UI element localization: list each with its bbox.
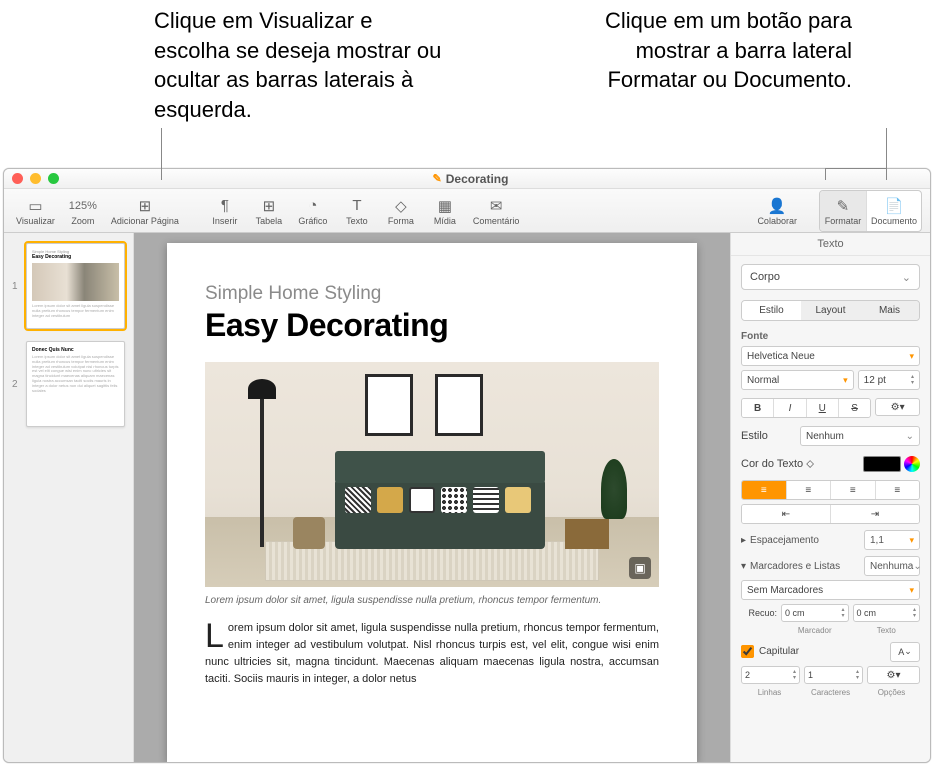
- zoom-button[interactable]: 125%Zoom: [63, 191, 103, 231]
- page-thumbnails-sidebar: 1 Simple Home Styling Easy Decorating Lo…: [4, 233, 134, 762]
- spacing-field[interactable]: 1,1▾: [864, 530, 920, 550]
- chevron-right-icon: ▸: [741, 535, 746, 546]
- indent-button[interactable]: ⇥: [830, 505, 919, 523]
- font-section-label: Fonte: [741, 331, 920, 342]
- toolbar: ▭Visualizar 125%Zoom ⊞Adicionar Página ¶…: [4, 189, 930, 233]
- document-button[interactable]: 📄Documento: [866, 191, 921, 231]
- fullscreen-icon[interactable]: [48, 173, 59, 184]
- gear-icon: ⚙: [887, 670, 896, 681]
- thumb-number: 1: [12, 281, 20, 292]
- indent-label: Recuo:: [741, 608, 777, 618]
- page-headline[interactable]: Easy Decorating: [205, 307, 659, 344]
- table-button[interactable]: ⊞Tabela: [249, 191, 289, 231]
- thumb-number: 2: [12, 379, 20, 390]
- hero-image[interactable]: ▣: [205, 362, 659, 587]
- indent-marker-field[interactable]: 0 cm▴▾: [781, 604, 849, 622]
- insert-button[interactable]: ¶Inserir: [205, 191, 245, 231]
- char-style-label: Estilo: [741, 430, 768, 442]
- dropcap-lines-field[interactable]: 2▴▾: [741, 666, 800, 684]
- text-color-well[interactable]: [863, 456, 901, 472]
- dropcap-options-button[interactable]: ⚙▾: [867, 666, 920, 684]
- text-button[interactable]: TTexto: [337, 191, 377, 231]
- tab-style[interactable]: Estilo: [742, 301, 801, 320]
- comment-button[interactable]: ✉Comentário: [469, 191, 524, 231]
- bullets-disclosure[interactable]: ▾ Marcadores e Listas Nenhuma⌄: [741, 556, 920, 576]
- image-caption[interactable]: Lorem ipsum dolor sit amet, ligula suspe…: [205, 595, 659, 606]
- strike-button[interactable]: S: [838, 399, 870, 417]
- dropcap-style-select[interactable]: A ⌄: [890, 642, 920, 662]
- tab-more[interactable]: Mais: [860, 301, 919, 320]
- dropcap: L: [205, 620, 228, 650]
- document-icon: ✎: [433, 172, 442, 185]
- chart-button[interactable]: ◔Gráfico: [293, 191, 333, 231]
- callout-left: Clique em Visualizar e escolha se deseja…: [154, 6, 454, 125]
- close-icon[interactable]: [12, 173, 23, 184]
- dropcap-checkbox[interactable]: Capitular: [741, 645, 799, 658]
- format-button[interactable]: ✎Formatar: [820, 191, 866, 231]
- page-subtitle[interactable]: Simple Home Styling: [205, 283, 659, 305]
- page-thumbnail-2[interactable]: Donec Quis Nunc Lorem ipsum dolor sit am…: [26, 341, 125, 427]
- font-family-select[interactable]: Helvetica Neue▾: [741, 346, 920, 366]
- gear-icon: ⚙: [891, 402, 900, 413]
- page-thumbnail-1[interactable]: Simple Home Styling Easy Decorating Lore…: [26, 243, 125, 329]
- minimize-icon[interactable]: [30, 173, 41, 184]
- brush-icon: ✎: [837, 196, 850, 216]
- view-button[interactable]: ▭Visualizar: [12, 191, 59, 231]
- bold-button[interactable]: B: [742, 399, 773, 417]
- image-badge-icon[interactable]: ▣: [629, 557, 651, 579]
- color-wheel-icon[interactable]: [904, 456, 920, 472]
- indent-text-field[interactable]: 0 cm▴▾: [853, 604, 921, 622]
- outdent-button[interactable]: ⇤: [742, 505, 830, 523]
- inspector-title: Texto: [731, 233, 930, 256]
- align-center-button[interactable]: ≡: [786, 481, 831, 499]
- align-justify-button[interactable]: ≡: [875, 481, 920, 499]
- body-text[interactable]: Lorem ipsum dolor sit amet, ligula suspe…: [205, 620, 659, 688]
- tab-layout[interactable]: Layout: [801, 301, 860, 320]
- shape-button[interactable]: ◇Forma: [381, 191, 421, 231]
- font-size-field[interactable]: 12 pt▴▾: [858, 370, 920, 390]
- font-weight-select[interactable]: Normal▾: [741, 370, 854, 390]
- italic-button[interactable]: I: [773, 399, 805, 417]
- callout-right: Clique em um botão para mostrar a barra …: [582, 6, 852, 95]
- bullets-style-select[interactable]: Sem Marcadores▾: [741, 580, 920, 600]
- collaborate-button[interactable]: 👤Colaborar: [753, 191, 801, 231]
- media-button[interactable]: ▦Mídia: [425, 191, 465, 231]
- spacing-disclosure[interactable]: ▸ Espacejamento 1,1▾: [741, 530, 920, 550]
- bullets-preset-select[interactable]: Nenhuma⌄: [864, 556, 920, 576]
- chevron-down-icon: ▾: [741, 561, 746, 572]
- char-style-select[interactable]: Nenhum⌄: [800, 426, 920, 446]
- paragraph-style-select[interactable]: Corpo⌄: [741, 264, 920, 290]
- window-title: ✎ Decorating: [59, 172, 882, 186]
- titlebar: ✎ Decorating: [4, 169, 930, 189]
- app-window: ✎ Decorating ▭Visualizar 125%Zoom ⊞Adici…: [3, 168, 931, 763]
- document-canvas[interactable]: Simple Home Styling Easy Decorating ▣: [134, 233, 730, 762]
- document-icon: 📄: [885, 196, 904, 216]
- align-right-button[interactable]: ≡: [830, 481, 875, 499]
- align-left-button[interactable]: ≡: [742, 481, 786, 499]
- document-page[interactable]: Simple Home Styling Easy Decorating ▣: [167, 243, 697, 762]
- chevron-down-icon: ⌄: [902, 271, 911, 284]
- dropcap-chars-field[interactable]: 1▴▾: [804, 666, 863, 684]
- format-inspector: Texto Corpo⌄ Estilo Layout Mais Fonte He…: [730, 233, 930, 762]
- underline-button[interactable]: U: [806, 399, 838, 417]
- advanced-font-button[interactable]: ⚙▾: [875, 398, 920, 416]
- text-color-label: Cor do Texto ⬦: [741, 458, 814, 471]
- add-page-button[interactable]: ⊞Adicionar Página: [107, 191, 183, 231]
- inspector-tabs: Estilo Layout Mais: [741, 300, 920, 321]
